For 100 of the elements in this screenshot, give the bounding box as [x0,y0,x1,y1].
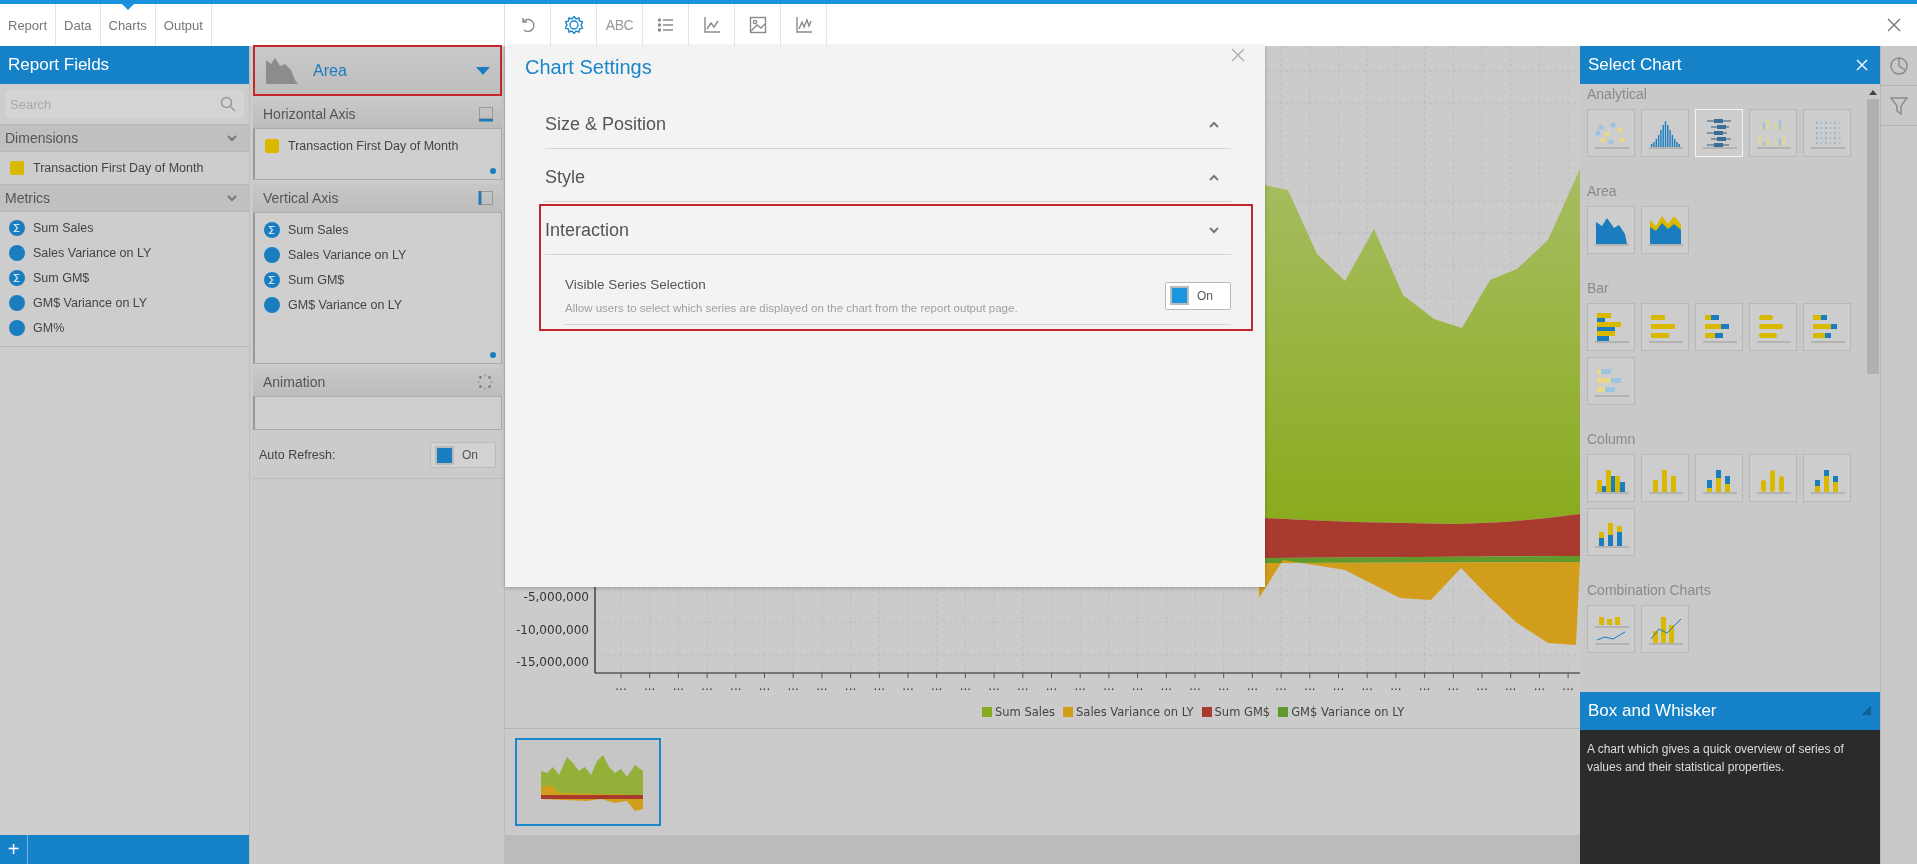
axis-label: ... [1131,679,1144,693]
spinner-icon [476,373,494,391]
field-item[interactable]: Transaction First Day of Month [288,138,459,153]
field-item[interactable]: Sales Variance on LY [288,247,407,262]
chart-type-option[interactable] [1803,303,1851,351]
section-title: Vertical Axis [263,190,339,206]
metric-icon [264,296,280,313]
panel-title: Select Chart [1588,55,1682,75]
accordion-header[interactable]: Style [545,153,1231,202]
line-chart-icon [793,15,814,35]
field-item[interactable]: GM% [33,320,65,335]
sum-icon [264,271,280,288]
accordion-header[interactable]: Interaction [545,206,1231,255]
axis-label: ... [1217,679,1230,693]
pie-chart-icon [1889,55,1909,76]
axis-label: ... [1074,679,1086,693]
description-title: Box and Whisker [1588,701,1717,721]
chart-type-option[interactable] [1587,206,1635,254]
group-header[interactable]: Metrics [0,184,249,212]
axis-label: ... [1562,679,1574,693]
chart-type-option[interactable] [1695,303,1743,351]
axis-label: ... [1447,679,1460,693]
option-description: Allow users to select which series are displayed on the chart from the report output page. [565,302,1018,314]
axis-label: ... [844,679,857,693]
add-button[interactable]: + [0,835,28,864]
field-item[interactable]: Sum GM$ [288,272,345,287]
axis-label: ... [701,679,713,693]
section-title: Style [545,166,586,188]
axis-label: -5,000,000 [523,590,589,604]
axis-label: ... [1504,679,1517,693]
list-icon [655,15,676,35]
drop-zone[interactable]: Sum Sales Sales Variance on LY Sum GM$ GM$ Variance on LY [253,212,502,364]
chart-type-option[interactable] [1641,206,1689,254]
toggle-switch[interactable]: On [1165,281,1231,310]
chart-thumbnail[interactable] [515,738,661,826]
group-title: Metrics [5,190,51,206]
legend-label[interactable]: Sum GM$ [1214,705,1271,719]
chart-type-option[interactable] [1587,454,1635,502]
section-title: Horizontal Axis [263,106,356,122]
metric-icon [9,294,25,311]
axis-label: ... [1418,679,1431,693]
axis-label: ... [816,679,828,693]
axis-label: ... [672,679,685,693]
axis-label: ... [930,679,943,693]
accordion-header[interactable]: Size & Position [545,100,1231,149]
resize-handle[interactable] [490,168,496,174]
axis-label: ... [902,679,914,693]
axis-label: -10,000,000 [515,622,589,637]
metric-icon [9,244,25,261]
axis-label: ... [873,679,886,693]
field-item[interactable]: Sum Sales [33,220,94,235]
legend-label[interactable]: GM$ Variance on LY [1291,705,1405,719]
axis-label: -15,000,000 [515,655,589,669]
description-text: A chart which gives a quick overview of series of values and their statistical properties. [1587,741,1845,776]
axis-label: ... [1390,679,1402,693]
axis-label: ... [1304,679,1316,693]
resize-handle[interactable] [490,352,496,358]
gear-icon [563,15,584,35]
close-icon [1231,48,1245,62]
chart-type-option[interactable] [1803,454,1851,502]
axis-label: ... [643,679,656,693]
chart-type-option[interactable] [1695,454,1743,502]
chart-type-option[interactable] [1587,508,1635,556]
search-icon[interactable] [220,96,236,112]
axis-label: ... [1332,679,1345,693]
axis-label: ... [959,679,972,693]
axis-label: ... [730,679,742,693]
drop-zone[interactable] [253,396,502,430]
field-item[interactable]: Sum GM$ [33,270,90,285]
axis-label: ... [1017,679,1029,693]
field-item[interactable]: GM$ Variance on LY [288,297,403,312]
chart-type-option[interactable] [1587,303,1635,351]
field-item[interactable]: Sales Variance on LY [33,245,152,260]
axis-label: ... [1045,679,1058,693]
toggle-checkbox[interactable] [435,445,454,465]
category-title: Combination Charts [1587,581,1712,600]
field-item[interactable]: GM$ Variance on LY [33,295,148,310]
legend-label[interactable]: Sum Sales [995,705,1056,719]
axis-label: ... [1189,679,1201,693]
field-item[interactable]: Transaction First Day of Month [33,160,204,175]
field-item[interactable]: Sum Sales [288,222,349,237]
category-title: Area [1587,182,1618,201]
axis-label: ... [1103,679,1115,693]
axis-label: ... [787,679,799,693]
drop-zone[interactable]: Transaction First Day of Month [253,128,502,180]
section-title: Animation [263,374,326,390]
toggle-switch[interactable]: On [430,442,496,468]
group-header[interactable]: Dimensions [0,124,249,152]
chart-type-option[interactable] [1641,109,1689,157]
axis-label: ... [1533,679,1546,693]
metric-icon [9,319,25,336]
axis-label: ... [758,679,771,693]
horizontal-axis-icon [478,106,494,122]
sum-icon [9,269,25,286]
vertical-axis-icon [478,190,494,206]
legend-label[interactable]: Sales Variance on LY [1076,705,1194,719]
section-title: Size & Position [545,113,667,135]
resize-grip-icon[interactable] [1862,706,1872,716]
axis-label: ... [1476,679,1488,693]
toggle-checkbox[interactable] [1170,286,1189,305]
